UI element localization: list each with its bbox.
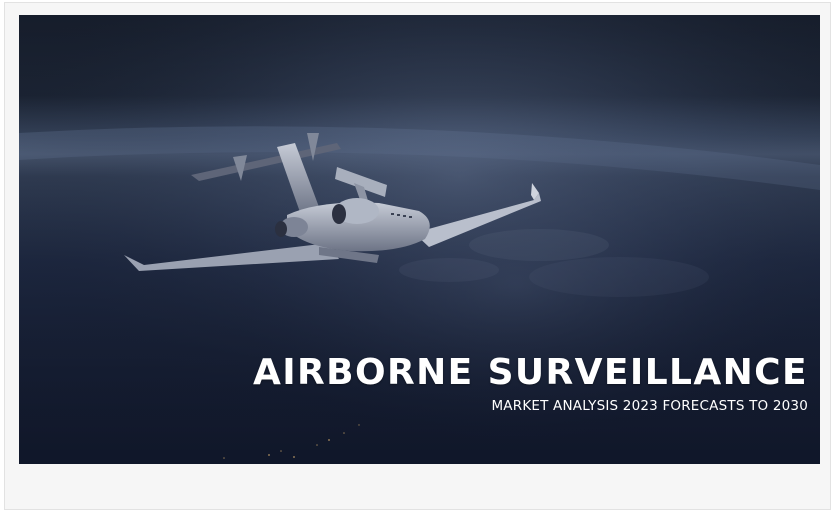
surveillance-jet-image <box>19 15 820 464</box>
banner-title: AIRBORNE SURVEILLANCE <box>252 352 808 393</box>
banner-subtitle: MARKET ANALYSIS 2023 FORECASTS TO 2030 <box>491 398 808 414</box>
hero-banner: AIRBORNE SURVEILLANCE MARKET ANALYSIS 20… <box>19 15 820 464</box>
page-frame: AIRBORNE SURVEILLANCE MARKET ANALYSIS 20… <box>4 2 831 510</box>
